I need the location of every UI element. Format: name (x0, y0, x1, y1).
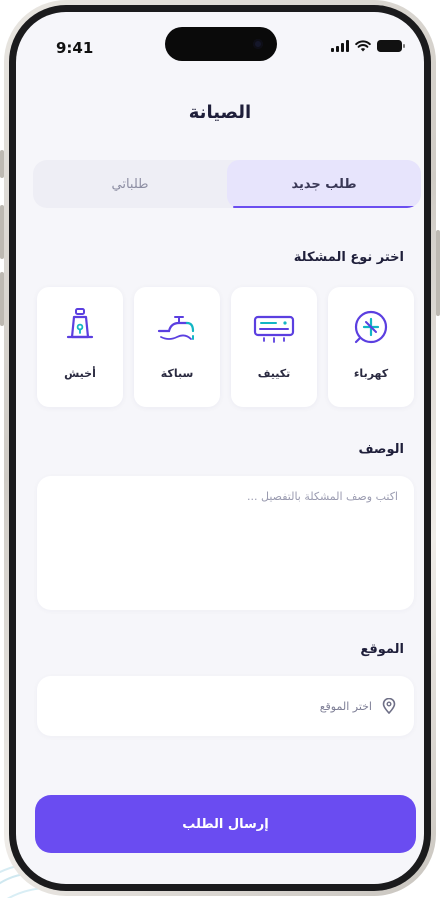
problem-card-label: سباكة (160, 367, 194, 380)
description-label: الوصف (358, 442, 404, 457)
phone-frame: 9:41 الصيانة طلب جديد طلباتي اختر نوع ال… (4, 0, 436, 896)
power-button (436, 230, 440, 316)
electric-plug-icon (354, 310, 388, 344)
wifi-icon (355, 40, 371, 52)
camera-icon (253, 39, 263, 49)
status-time: 9:41 (56, 39, 94, 57)
problem-card-electric[interactable]: كهرباء (328, 287, 414, 407)
problem-type-list: كهرباء تكييف سباكة أخيش (37, 287, 414, 407)
faucet-icon (157, 316, 195, 340)
location-select[interactable]: اختر الموقع (37, 676, 414, 736)
problem-card-plumbing[interactable]: سباكة (134, 287, 220, 407)
phone-bezel: 9:41 الصيانة طلب جديد طلباتي اختر نوع ال… (9, 5, 431, 891)
problem-card-other[interactable]: أخيش (37, 287, 123, 407)
request-tabs: طلب جديد طلباتي (33, 160, 421, 208)
tab-new-request[interactable]: طلب جديد (227, 160, 421, 208)
app-screen: 9:41 الصيانة طلب جديد طلباتي اختر نوع ال… (16, 12, 424, 884)
status-icons (331, 40, 405, 52)
location-label: الموقع (360, 642, 404, 657)
problem-card-ac[interactable]: تكييف (231, 287, 317, 407)
location-placeholder: اختر الموقع (319, 699, 372, 713)
description-box (37, 476, 414, 610)
page-title: الصيانة (188, 102, 252, 123)
description-input[interactable] (37, 476, 414, 610)
bell-icon (66, 308, 94, 339)
location-pin-icon (382, 698, 396, 714)
tab-my-requests[interactable]: طلباتي (33, 160, 227, 208)
problem-card-label: أخيش (64, 367, 96, 380)
battery-icon (377, 40, 405, 52)
dynamic-island (165, 27, 277, 61)
problem-type-label: اختر نوع المشكلة (293, 250, 404, 265)
signal-icon (331, 40, 349, 52)
problem-card-label: كهرباء (353, 367, 389, 380)
stage: 9:41 الصيانة طلب جديد طلباتي اختر نوع ال… (0, 0, 440, 898)
submit-request-button[interactable]: إرسال الطلب (35, 795, 416, 853)
air-conditioner-icon (253, 315, 295, 343)
problem-card-label: تكييف (257, 367, 291, 380)
